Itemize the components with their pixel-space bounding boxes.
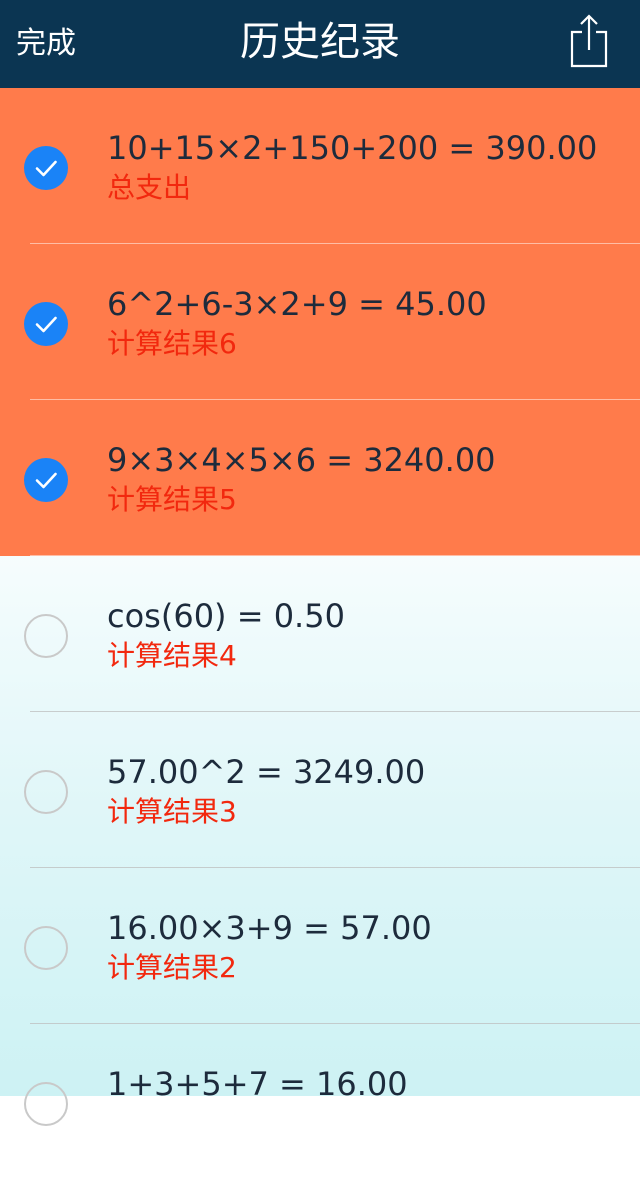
checkmark-icon [35, 472, 57, 489]
history-row[interactable]: 6^2+6-3×2+9 = 45.00 计算结果6 [0, 244, 640, 400]
calculation-expression: 1+3+5+7 = 16.00 [107, 1065, 408, 1103]
share-button[interactable] [562, 12, 614, 72]
navigation-bar: 完成 历史纪录 [0, 0, 640, 88]
calculation-expression: 16.00×3+9 = 57.00 [107, 909, 432, 947]
selection-circle[interactable] [24, 146, 68, 190]
calculation-expression: cos(60) = 0.50 [107, 597, 345, 635]
page-title: 历史纪录 [240, 19, 400, 65]
history-row[interactable]: 10+15×2+150+200 = 390.00 总支出 [0, 88, 640, 244]
history-row[interactable]: 57.00^2 = 3249.00 计算结果3 [0, 712, 640, 868]
selection-circle[interactable] [24, 926, 68, 970]
history-row[interactable]: 16.00×3+9 = 57.00 计算结果2 [0, 868, 640, 1024]
history-list: 10+15×2+150+200 = 390.00 总支出 6^2+6-3×2+9… [0, 88, 640, 1180]
checkmark-icon [35, 316, 57, 333]
history-row[interactable]: cos(60) = 0.50 计算结果4 [0, 556, 640, 712]
calculation-expression: 57.00^2 = 3249.00 [107, 753, 426, 791]
calculation-note: 总支出 [107, 171, 192, 204]
calculation-expression: 9×3×4×5×6 = 3240.00 [107, 441, 496, 479]
calculation-note: 计算结果2 [107, 951, 237, 984]
calculation-expression: 6^2+6-3×2+9 = 45.00 [107, 285, 487, 323]
calculation-expression: 10+15×2+150+200 = 390.00 [107, 129, 598, 167]
calculation-note: 计算结果3 [107, 795, 237, 828]
selection-circle[interactable] [24, 614, 68, 658]
share-icon [570, 14, 608, 68]
checkmark-icon [35, 160, 57, 177]
selection-circle[interactable] [24, 458, 68, 502]
history-row[interactable]: 1+3+5+7 = 16.00 [0, 1024, 640, 1180]
selection-circle[interactable] [24, 1082, 68, 1126]
calculation-note: 计算结果5 [107, 483, 237, 516]
done-button[interactable]: 完成 [16, 24, 76, 64]
calculation-note: 计算结果6 [107, 327, 237, 360]
calculation-note: 计算结果4 [107, 639, 237, 672]
selection-circle[interactable] [24, 302, 68, 346]
history-row[interactable]: 9×3×4×5×6 = 3240.00 计算结果5 [0, 400, 640, 556]
selection-circle[interactable] [24, 770, 68, 814]
